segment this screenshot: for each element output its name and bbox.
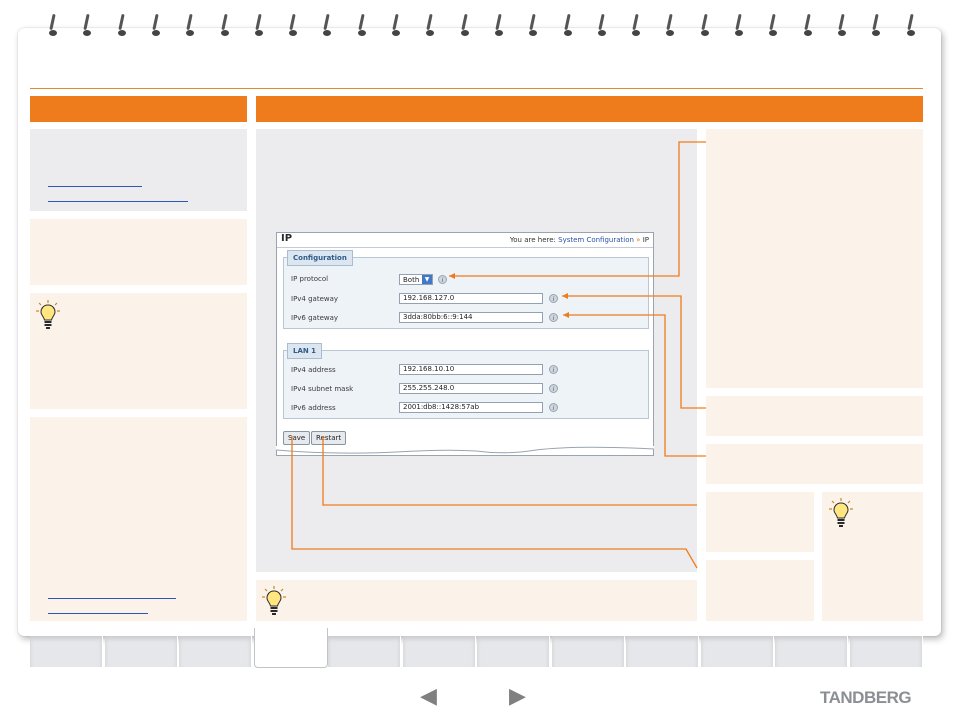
ip-protocol-label: IP protocol (291, 275, 329, 283)
configuration-group: Configuration IP protocol Both ▼ i IPv4 … (283, 250, 649, 329)
ipv6-gateway-label: IPv6 gateway (291, 314, 339, 322)
section-tab[interactable] (402, 636, 476, 667)
ipv4-address-label: IPv4 address (291, 366, 336, 374)
ip-page-screenshot: IP You are here: System Configuration » … (276, 232, 654, 456)
spiral-ring (528, 14, 538, 40)
spiral-ring (734, 14, 744, 40)
spiral-ring (597, 14, 607, 40)
spiral-ring (185, 14, 195, 40)
right-panel-desc-5 (706, 560, 814, 621)
ipv6-address-input[interactable] (399, 402, 543, 413)
configuration-group-label: Configuration (287, 250, 353, 266)
spiral-ring (117, 14, 127, 40)
spiral-ring (700, 14, 710, 40)
ipv6-address-label: IPv6 address (291, 404, 336, 412)
ipv4-subnet-input[interactable] (399, 383, 543, 394)
spiral-ring (151, 14, 161, 40)
spiral-ring (768, 14, 778, 40)
spiral-ring (391, 14, 401, 40)
breadcrumb-current: IP (642, 236, 649, 244)
spiral-ring (322, 14, 332, 40)
info-icon[interactable]: i (549, 384, 558, 393)
section-tab[interactable] (700, 636, 774, 667)
spiral-ring (254, 14, 264, 40)
main-column-header (256, 96, 923, 122)
spiral-ring (837, 14, 847, 40)
breadcrumb-separator: » (636, 236, 641, 244)
section-tab[interactable] (551, 636, 625, 667)
ip-protocol-select[interactable]: Both ▼ (399, 274, 433, 285)
spiral-ring (871, 14, 881, 40)
left-panel-intro (30, 219, 247, 285)
section-tab[interactable] (626, 636, 699, 667)
spiral-ring (357, 14, 367, 40)
ip-protocol-value: Both (403, 276, 420, 284)
tandberg-logo: TANDBERG (820, 688, 912, 707)
section-tab[interactable] (775, 636, 848, 667)
spiral-ring (48, 14, 58, 40)
left-panel-notes (30, 417, 247, 621)
section-tab[interactable] (253, 628, 328, 668)
section-tab[interactable] (328, 636, 401, 667)
lan1-group-label: LAN 1 (287, 343, 323, 359)
info-icon[interactable]: i (549, 294, 558, 303)
screenshot-title-bar: IP You are here: System Configuration » … (277, 233, 653, 248)
spiral-ring (288, 14, 298, 40)
spiral-ring (563, 14, 573, 40)
ipv6-gateway-input[interactable] (399, 312, 543, 323)
spiral-ring (665, 14, 675, 40)
save-button[interactable]: Save (283, 431, 311, 445)
info-icon[interactable]: i (549, 403, 558, 412)
right-panel-desc-4 (706, 492, 814, 552)
left-column-header (30, 96, 247, 122)
info-icon[interactable]: i (549, 313, 558, 322)
lightbulb-icon (36, 300, 60, 330)
left-link-3[interactable] (48, 598, 176, 599)
left-link-4[interactable] (48, 613, 148, 614)
spiral-ring (494, 14, 504, 40)
section-tab[interactable] (104, 636, 178, 667)
spiral-ring (460, 14, 470, 40)
lightbulb-icon (829, 498, 853, 528)
torn-edge (276, 446, 654, 454)
left-panel-tip (30, 293, 247, 409)
spiral-ring (82, 14, 92, 40)
info-icon[interactable]: i (438, 275, 447, 284)
spiral-ring (803, 14, 813, 40)
left-link-2[interactable] (48, 201, 188, 202)
breadcrumb-prefix: You are here: (509, 236, 556, 244)
spiral-ring (631, 14, 641, 40)
right-arrow-icon[interactable]: ▶ (509, 686, 526, 708)
right-panel-desc-2 (706, 396, 923, 436)
section-tab[interactable] (30, 636, 103, 667)
spiral-ring (220, 14, 230, 40)
restart-button[interactable]: Restart (311, 431, 347, 445)
ipv4-address-input[interactable] (399, 364, 543, 375)
right-panel-desc-3 (706, 444, 923, 484)
spiral-ring (425, 14, 435, 40)
left-link-1[interactable] (48, 186, 142, 187)
right-panel-desc-1 (706, 129, 923, 388)
left-panel-links (30, 129, 247, 211)
ipv4-subnet-label: IPv4 subnet mask (291, 385, 354, 393)
spiral-ring (906, 14, 916, 40)
chevron-down-icon[interactable]: ▼ (422, 275, 432, 284)
screenshot-page-title: IP (281, 233, 293, 244)
header-rule (30, 88, 923, 89)
left-arrow-icon[interactable]: ◀ (420, 686, 437, 708)
section-tab[interactable] (849, 636, 923, 667)
ipv4-gateway-input[interactable] (399, 293, 543, 304)
lightbulb-icon (262, 586, 286, 616)
section-tab[interactable] (477, 636, 550, 667)
info-icon[interactable]: i (549, 365, 558, 374)
breadcrumb-link[interactable]: System Configuration (558, 236, 634, 244)
ipv4-gateway-label: IPv4 gateway (291, 295, 339, 303)
lan1-group: LAN 1 IPv4 address i IPv4 subnet mask i … (283, 343, 649, 419)
section-tab[interactable] (179, 636, 252, 667)
main-panel-tip (256, 580, 697, 621)
screenshot-breadcrumb: You are here: System Configuration » IP (510, 236, 649, 244)
